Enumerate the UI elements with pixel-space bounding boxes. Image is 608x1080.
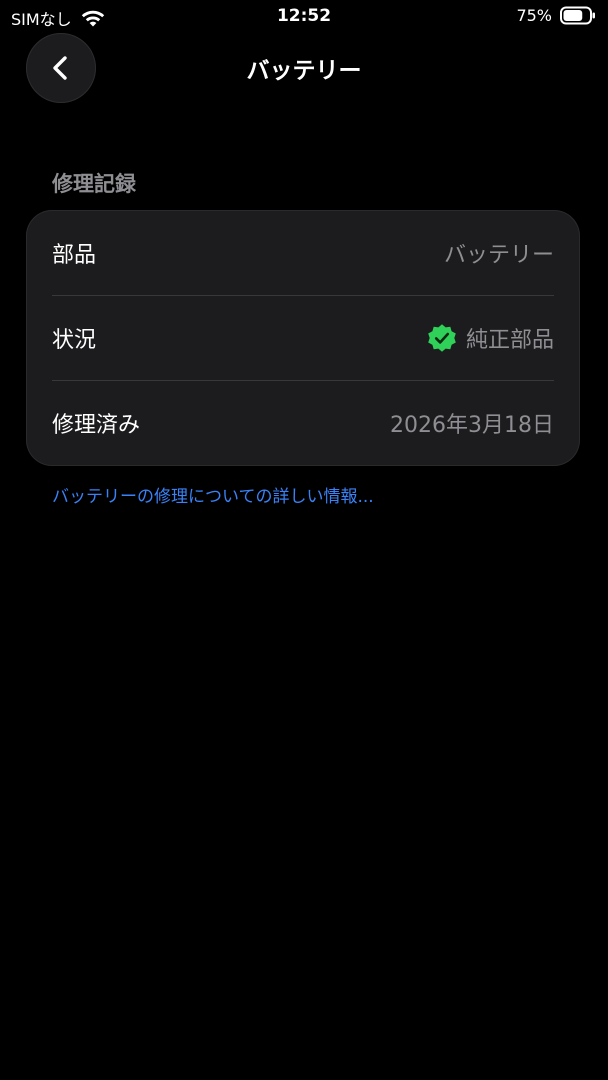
battery-repair-info-link[interactable]: バッテリーの修理についての詳しい情報... — [52, 482, 374, 507]
section-header: 修理記録 — [52, 172, 136, 196]
repair-record-card: 部品 バッテリー 状況 純正部品 修理済み 2026年3月18日 — [26, 210, 580, 466]
row-repaired-date-label: 修理済み — [52, 413, 141, 438]
battery-percent: 75% — [516, 6, 552, 25]
row-repaired-date-value-text: 2026年3月18日 — [390, 413, 554, 438]
row-part: 部品 バッテリー — [52, 211, 554, 295]
row-part-label: 部品 — [52, 243, 97, 268]
row-status-value: 純正部品 — [426, 322, 554, 354]
status-bar-right: 75% — [516, 6, 596, 25]
status-bar: SIMなし 12:52 75% — [0, 0, 608, 34]
row-part-value-text: バッテリー — [443, 243, 554, 268]
row-status-label: 状況 — [52, 328, 97, 353]
row-repaired-date-value: 2026年3月18日 — [390, 407, 554, 439]
row-part-value: バッテリー — [444, 237, 554, 269]
battery-icon — [560, 6, 595, 25]
row-status-value-text: 純正部品 — [465, 328, 554, 353]
row-repaired-date: 修理済み 2026年3月18日 — [52, 381, 554, 465]
page-title: バッテリー — [246, 58, 362, 84]
verified-badge-icon — [428, 324, 456, 352]
row-status: 状況 純正部品 — [52, 296, 554, 380]
